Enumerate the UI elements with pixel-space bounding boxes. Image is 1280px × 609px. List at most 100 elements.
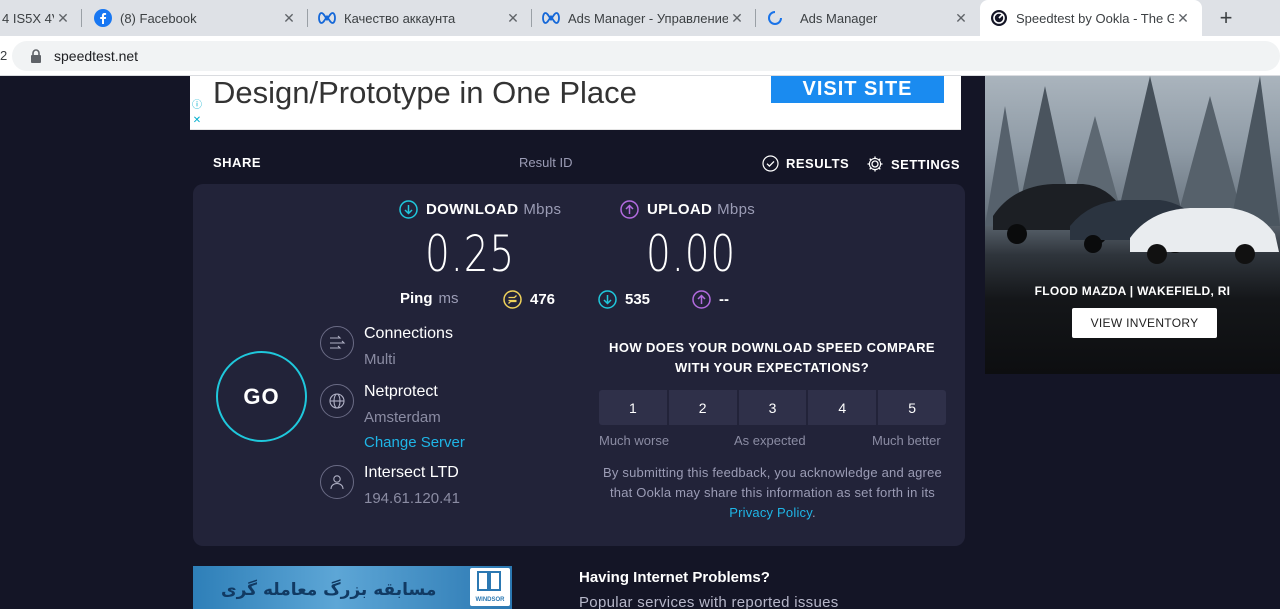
close-icon[interactable]: ✕ (504, 10, 522, 27)
facebook-icon (94, 9, 112, 27)
check-circle-icon (762, 155, 779, 172)
problems-title: Having Internet Problems? (579, 569, 770, 586)
feedback-disclaimer: By submitting this feedback, you acknowl… (595, 463, 950, 523)
bottom-banner-ad[interactable]: مسابقه بزرگ معامله گری WINDSOR (193, 566, 512, 609)
view-inventory-button[interactable]: VIEW INVENTORY (1072, 308, 1217, 338)
tab-2[interactable]: (8) Facebook ✕ (84, 0, 308, 36)
tab-title: Speedtest by Ookla - The G (1016, 10, 1174, 26)
tab-title: 4 IS5X 4V (2, 10, 54, 26)
close-icon[interactable]: ✕ (952, 10, 970, 27)
connections-icon (320, 326, 354, 360)
scale-low-label: Much worse (599, 433, 670, 448)
upload-arrow-icon (620, 200, 639, 219)
ping-upload-value: -- (719, 291, 729, 308)
right-side-ad[interactable]: FLOOD MAZDA | WAKEFIELD, RI VIEW INVENTO… (985, 76, 1280, 374)
server-location: Amsterdam (364, 409, 441, 426)
close-icon[interactable]: ✕ (54, 10, 72, 27)
download-unit: Mbps (523, 201, 562, 218)
ad-info-icon[interactable]: ⓘ (190, 96, 204, 111)
download-latency-icon (598, 290, 617, 309)
meta-icon (542, 9, 560, 27)
tab-1[interactable]: 4 IS5X 4V ✕ (0, 0, 82, 36)
visit-site-button[interactable]: VISIT SITE (771, 76, 944, 103)
address-bar: 2 speedtest.net (0, 36, 1280, 76)
ad-persian-text: مسابقه بزرگ معامله گری (221, 580, 437, 600)
address-prefix: 2 (0, 48, 8, 63)
results-label: RESULTS (786, 156, 850, 171)
tab-5[interactable]: Ads Manager ✕ (756, 0, 980, 36)
tab-strip: 4 IS5X 4V ✕ (8) Facebook ✕ Качество акка… (0, 0, 1280, 36)
url-text: speedtest.net (54, 48, 139, 64)
idle-latency-icon (503, 290, 522, 309)
tab-3[interactable]: Качество аккаунта ✕ (308, 0, 532, 36)
tab-title: (8) Facebook (120, 10, 197, 26)
close-icon[interactable]: ✕ (728, 10, 746, 27)
privacy-policy-link[interactable]: Privacy Policy (729, 505, 812, 520)
windsor-brand: WINDSOR (475, 597, 505, 603)
share-button[interactable]: SHARE (213, 155, 261, 170)
rating-scale: 1 2 3 4 5 (599, 390, 946, 425)
new-tab-button[interactable]: + (1212, 4, 1240, 32)
tab-title: Ads Manager - Управление (568, 10, 728, 26)
download-value: 0.25 (425, 225, 515, 283)
ip-address: 194.61.120.41 (364, 490, 460, 507)
ping-upload: -- (692, 290, 729, 309)
download-metric: DOWNLOAD Mbps 0.25 (399, 200, 561, 283)
download-arrow-icon (399, 200, 418, 219)
ping-label: Ping (400, 290, 433, 307)
ping-download-value: 535 (625, 291, 651, 308)
close-icon[interactable]: ✕ (1174, 10, 1192, 27)
tab-title: Качество аккаунта (344, 10, 456, 26)
loading-icon (766, 9, 784, 27)
disclaimer-text: By submitting this feedback, you acknowl… (603, 465, 942, 500)
share-label: SHARE (213, 155, 262, 170)
ping-idle-value: 476 (530, 291, 556, 308)
upload-unit: Mbps (717, 201, 756, 218)
results-button[interactable]: RESULTS (762, 155, 849, 172)
survey-question: HOW DOES YOUR DOWNLOAD SPEED COMPARE WIT… (609, 340, 935, 375)
tab-4[interactable]: Ads Manager - Управление ✕ (532, 0, 756, 36)
rating-button-5[interactable]: 5 (878, 390, 946, 425)
rating-button-2[interactable]: 2 (668, 390, 737, 425)
upload-label: UPLOAD (647, 201, 713, 218)
upload-value: 0.00 (646, 225, 736, 283)
server-name: Netprotect (364, 383, 438, 400)
connections-title: Connections (364, 325, 453, 342)
rating-button-3[interactable]: 3 (738, 390, 807, 425)
rating-button-4[interactable]: 4 (808, 390, 877, 425)
result-id-label: Result ID (519, 155, 573, 170)
connections-value: Multi (364, 351, 396, 368)
dealer-name: FLOOD MAZDA | WAKEFIELD, RI (1034, 284, 1231, 298)
ping-download: 535 (598, 290, 650, 309)
ping-unit: ms (438, 290, 459, 307)
omnibox[interactable]: speedtest.net (12, 41, 1280, 71)
ad-choices: ⓘ ✕ (190, 96, 206, 129)
globe-icon (320, 384, 354, 418)
lock-icon[interactable] (30, 49, 42, 63)
gear-icon (866, 155, 884, 173)
settings-label: SETTINGS (891, 156, 961, 172)
ad-headline: Design/Prototype in One Place (213, 76, 637, 110)
settings-button[interactable]: SETTINGS (866, 155, 960, 173)
tab-title: Ads Manager (800, 10, 878, 26)
isp-name: Intersect LTD (364, 464, 459, 481)
upload-metric: UPLOAD Mbps 0.00 (620, 200, 761, 283)
scale-high-label: Much better (872, 433, 941, 448)
windsor-logo: WINDSOR (470, 568, 510, 606)
problems-subtitle: Popular services with reported issues (579, 594, 839, 609)
close-icon[interactable]: ✕ (280, 10, 298, 27)
download-label: DOWNLOAD (426, 201, 519, 218)
rating-button-1[interactable]: 1 (599, 390, 667, 425)
upload-latency-icon (692, 290, 711, 309)
change-server-link[interactable]: Change Server (364, 434, 465, 451)
disclaimer-period: . (811, 505, 816, 520)
tab-separator (81, 9, 82, 27)
top-banner-ad[interactable]: Design/Prototype in One Place VISIT SITE… (190, 76, 961, 130)
tab-6-active[interactable]: Speedtest by Ookla - The G ✕ (980, 0, 1202, 36)
ping-idle: 476 (503, 290, 555, 309)
internet-problems-section: Having Internet Problems? Popular servic… (579, 569, 839, 609)
meta-icon (318, 9, 336, 27)
go-button[interactable]: GO (216, 351, 307, 442)
ping-label-group: Ping ms (400, 290, 459, 307)
ad-close-icon[interactable]: ✕ (190, 113, 204, 127)
